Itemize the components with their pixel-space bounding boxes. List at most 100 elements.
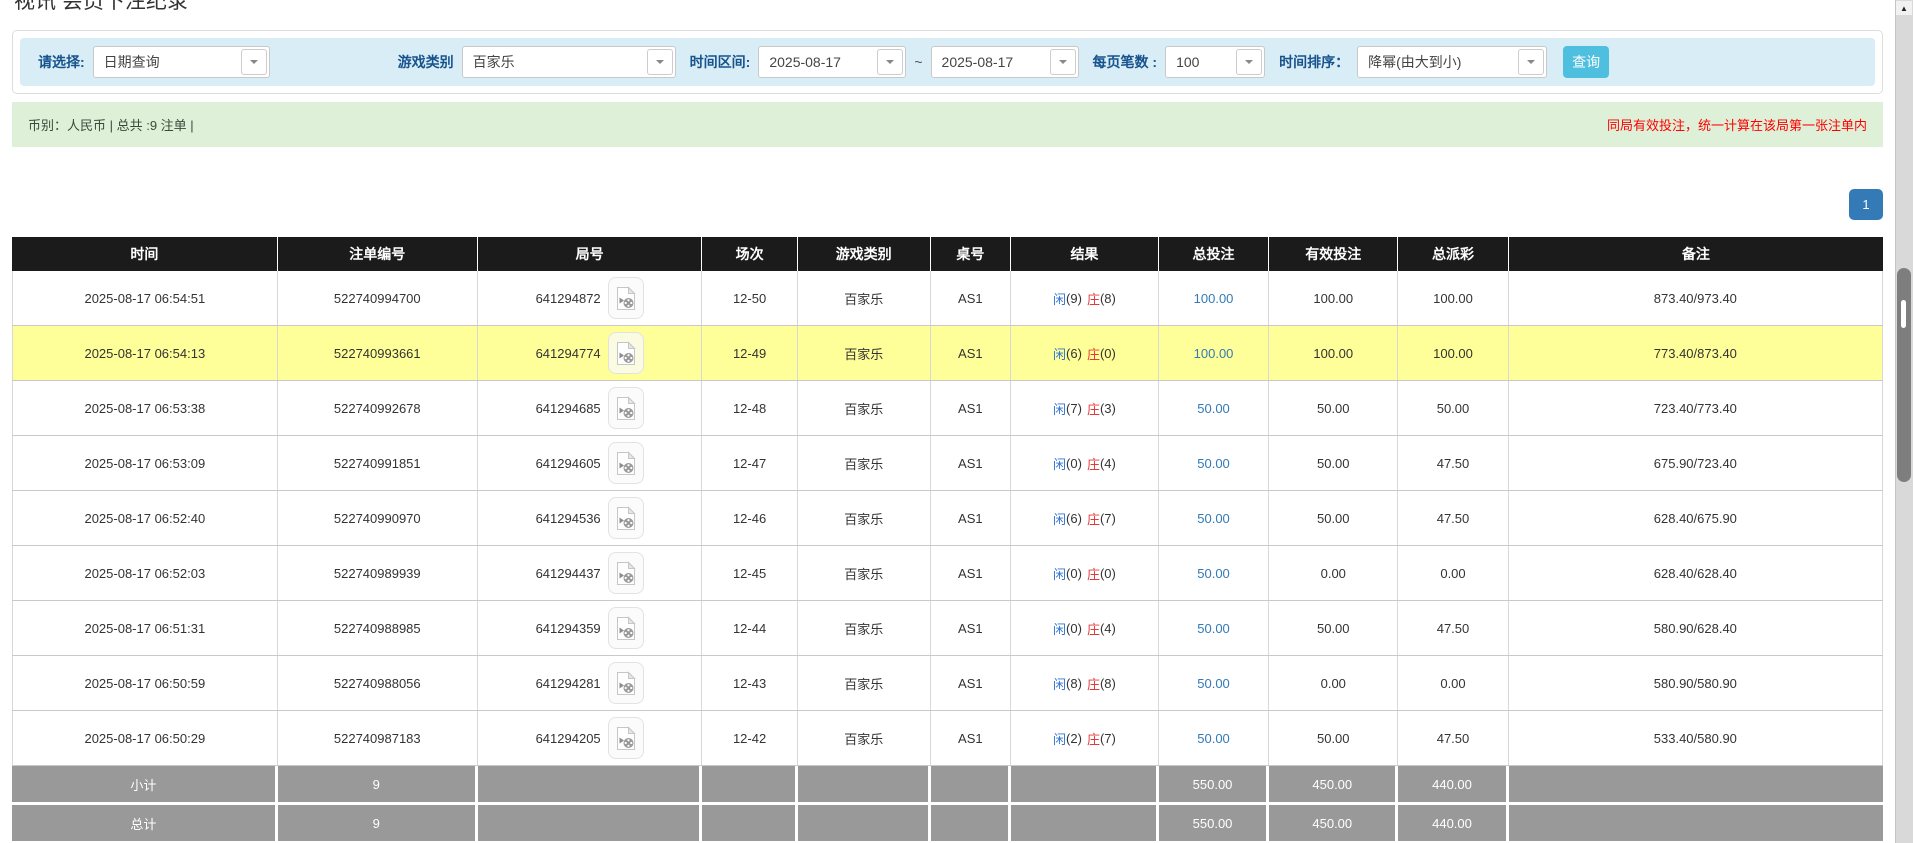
- video-icon[interactable]: [608, 332, 644, 374]
- video-icon[interactable]: [608, 717, 644, 759]
- page-1-button[interactable]: 1: [1849, 189, 1883, 220]
- date-range-tilde: ~: [914, 54, 922, 70]
- footer-cell-round: [478, 766, 703, 802]
- table-row: 2025-08-17 06:51:31522740988985641294359…: [12, 601, 1883, 656]
- cell-time: 2025-08-17 06:50:59: [12, 656, 278, 710]
- total-bet-link[interactable]: 50.00: [1197, 456, 1230, 471]
- result-player-value: (9): [1066, 291, 1082, 306]
- cell-table-no: AS1: [931, 326, 1011, 380]
- chevron-down-icon[interactable]: [1518, 49, 1544, 75]
- cell-round: 641294437: [478, 546, 703, 600]
- cell-round: 641294281: [478, 656, 703, 710]
- table-row: 2025-08-17 06:54:51522740994700641294872…: [12, 271, 1883, 326]
- result-player-label: 闲: [1053, 619, 1066, 638]
- scrollbar-track[interactable]: ▲: [1895, 0, 1913, 843]
- filter-panel: 请选择: 日期查询 游戏类别 百家乐 时间区间:: [12, 30, 1883, 94]
- result-player-value: (0): [1066, 456, 1082, 471]
- table-body: 2025-08-17 06:54:51522740994700641294872…: [12, 271, 1883, 766]
- date-to-select[interactable]: 2025-08-17: [931, 46, 1079, 78]
- total-bet-link[interactable]: 50.00: [1197, 676, 1230, 691]
- round-number: 641294359: [536, 621, 601, 636]
- result-banker-label: 庄: [1087, 509, 1100, 528]
- total-bet-link[interactable]: 100.00: [1194, 346, 1234, 361]
- search-button[interactable]: 查询: [1563, 46, 1609, 78]
- cell-total-bet: 50.00: [1159, 656, 1269, 710]
- cell-bet-id: 522740990970: [278, 491, 478, 545]
- cell-total-bet: 50.00: [1159, 381, 1269, 435]
- cell-round: 641294205: [478, 711, 703, 765]
- per-page-label: 每页笔数 :: [1093, 52, 1158, 72]
- chevron-down-icon[interactable]: [1050, 49, 1076, 75]
- cell-result: 闲(6)庄(0): [1011, 326, 1159, 380]
- video-icon[interactable]: [608, 552, 644, 594]
- cell-table-no: AS1: [931, 271, 1011, 325]
- game-type-select[interactable]: 百家乐: [462, 46, 676, 78]
- total-bet-link[interactable]: 100.00: [1194, 291, 1234, 306]
- result-banker-label: 庄: [1087, 399, 1100, 418]
- cell-session: 12-47: [702, 436, 797, 490]
- cell-result: 闲(9)庄(8): [1011, 271, 1159, 325]
- cell-table-no: AS1: [931, 601, 1011, 655]
- cell-round: 641294872: [478, 271, 703, 325]
- cell-note: 533.40/580.90: [1509, 711, 1883, 765]
- table-footer: 小计9550.00450.00440.00总计9550.00450.00440.…: [12, 766, 1883, 843]
- total-bet-link[interactable]: 50.00: [1197, 621, 1230, 636]
- cell-payout: 0.00: [1398, 656, 1508, 710]
- cell-total-bet: 50.00: [1159, 601, 1269, 655]
- cell-time: 2025-08-17 06:51:31: [12, 601, 278, 655]
- cell-game-type: 百家乐: [798, 271, 931, 325]
- cell-table-no: AS1: [931, 491, 1011, 545]
- cell-payout: 100.00: [1398, 271, 1508, 325]
- cell-session: 12-49: [702, 326, 797, 380]
- betting-records-table: 时间注单编号局号场次游戏类别桌号结果总投注有效投注总派彩备注 2025-08-1…: [12, 237, 1883, 843]
- video-icon[interactable]: [608, 662, 644, 704]
- video-icon[interactable]: [608, 387, 644, 429]
- chevron-down-icon[interactable]: [647, 49, 673, 75]
- cell-result: 闲(0)庄(4): [1011, 601, 1159, 655]
- per-page-select[interactable]: 100: [1165, 46, 1265, 78]
- video-icon[interactable]: [608, 442, 644, 484]
- total-bet-link[interactable]: 50.00: [1197, 731, 1230, 746]
- chevron-down-icon[interactable]: [241, 49, 267, 75]
- footer-cell-result: [1011, 805, 1159, 841]
- chevron-down-icon[interactable]: [877, 49, 903, 75]
- scrollbar-thumb[interactable]: [1897, 268, 1911, 482]
- video-icon[interactable]: [608, 607, 644, 649]
- query-mode-select[interactable]: 日期查询: [93, 46, 270, 78]
- sort-select[interactable]: 降幂(由大到小): [1357, 46, 1547, 78]
- summary-bar: 币别：人民币 | 总共 :9 注单 | 同局有效投注，统一计算在该局第一张注单内: [12, 102, 1883, 147]
- footer-cell-round: [478, 805, 703, 841]
- cell-note: 628.40/675.90: [1509, 491, 1883, 545]
- cell-total-bet: 100.00: [1159, 326, 1269, 380]
- video-icon[interactable]: [608, 497, 644, 539]
- round-number: 641294281: [536, 676, 601, 691]
- cell-valid-bet: 0.00: [1269, 656, 1398, 710]
- cell-note: 773.40/873.40: [1509, 326, 1883, 380]
- footer-cell-valid-bet: 450.00: [1269, 766, 1398, 802]
- video-icon[interactable]: [608, 277, 644, 319]
- cell-time: 2025-08-17 06:52:03: [12, 546, 278, 600]
- cell-result: 闲(0)庄(4): [1011, 436, 1159, 490]
- scroll-up-icon[interactable]: ▲: [1896, 1, 1912, 15]
- result-banker-value: (4): [1100, 456, 1116, 471]
- footer-cell-valid-bet: 450.00: [1269, 805, 1398, 841]
- total-bet-link[interactable]: 50.00: [1197, 566, 1230, 581]
- scrollbar-thumb-grip: [1901, 300, 1906, 328]
- cell-round: 641294774: [478, 326, 703, 380]
- result-player-value: (0): [1066, 621, 1082, 636]
- round-number: 641294872: [536, 291, 601, 306]
- cell-table-no: AS1: [931, 546, 1011, 600]
- date-from-select[interactable]: 2025-08-17: [758, 46, 906, 78]
- cell-table-no: AS1: [931, 711, 1011, 765]
- cell-result: 闲(7)庄(3): [1011, 381, 1159, 435]
- table-row: 2025-08-17 06:53:38522740992678641294685…: [12, 381, 1883, 436]
- cell-game-type: 百家乐: [798, 326, 931, 380]
- footer-cell-game-type: [798, 766, 931, 802]
- total-bet-link[interactable]: 50.00: [1197, 511, 1230, 526]
- table-row: 2025-08-17 06:50:29522740987183641294205…: [12, 711, 1883, 766]
- total-bet-link[interactable]: 50.00: [1197, 401, 1230, 416]
- chevron-down-icon[interactable]: [1236, 49, 1262, 75]
- result-banker-label: 庄: [1087, 344, 1100, 363]
- cell-table-no: AS1: [931, 381, 1011, 435]
- game-type-group: 游戏类别 百家乐: [398, 46, 676, 78]
